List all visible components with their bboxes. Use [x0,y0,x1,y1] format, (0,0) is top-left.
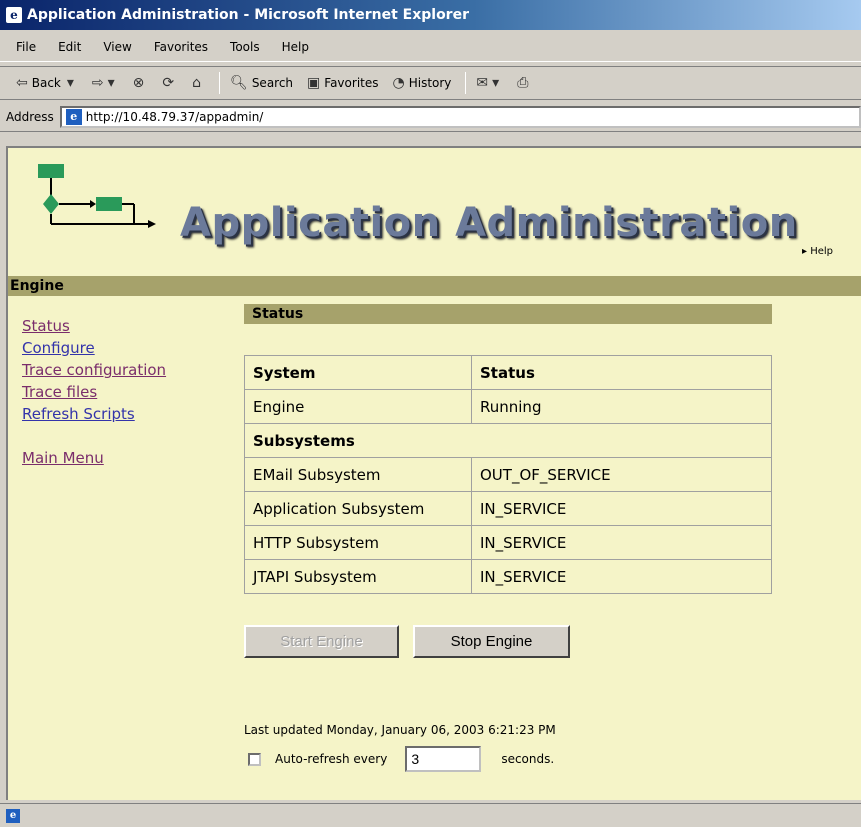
subsystem-status: IN_SERVICE [471,559,772,594]
subsystems-heading: Subsystems [244,423,772,458]
triangle-right-icon: ▸ [802,246,808,257]
address-label: Address [6,109,54,124]
favorites-icon: ▣ [307,75,321,91]
window-title: Application Administration - Microsoft I… [27,7,469,23]
mail-icon: ✉ [476,75,489,91]
mail-button[interactable]: ✉ ▾ [476,75,503,91]
ie-logo-icon: e [6,7,22,23]
favorites-button[interactable]: ▣ Favorites [307,75,378,91]
auto-refresh-row: Auto-refresh every seconds. [248,746,554,772]
refresh-button[interactable]: ⟳ [162,75,178,91]
window-titlebar: e Application Administration - Microsoft… [0,0,861,30]
print-icon: ⎙ [517,75,529,91]
table-row: JTAPI Subsystem IN_SERVICE [244,559,772,594]
status-bar: e [0,803,861,827]
nav-main-menu[interactable]: Main Menu [22,448,202,468]
subsystem-status: IN_SERVICE [471,491,772,526]
search-icon: 🔍︎ [230,75,248,91]
history-button[interactable]: ◔ History [393,75,452,91]
subsystem-name: HTTP Subsystem [244,525,472,560]
home-icon: ⌂ [192,75,202,91]
page-title: Application Administration [180,200,798,246]
address-bar: Address e http://10.48.79.37/appadmin/ [0,102,861,132]
search-button[interactable]: 🔍︎ Search [230,75,293,91]
last-updated-text: Last updated Monday, January 06, 2003 6:… [244,723,556,737]
help-link[interactable]: ▸ Help [802,246,833,257]
subsystem-name: JTAPI Subsystem [244,559,472,594]
table-header-row: System Status [244,355,772,390]
table-row: Subsystems [244,423,772,458]
subsystem-status: OUT_OF_SERVICE [471,457,772,492]
engine-status: Running [471,389,772,424]
forward-arrow-icon: ⇨ [91,75,104,91]
subsystem-name: EMail Subsystem [244,457,472,492]
menu-tools[interactable]: Tools [230,40,260,54]
dropdown-icon: ▾ [107,75,115,91]
nav-status[interactable]: Status [22,316,202,336]
menu-favorites[interactable]: Favorites [154,40,208,54]
dropdown-icon: ▾ [492,75,500,91]
section-title: Engine [8,276,861,296]
subsystem-status: IN_SERVICE [471,525,772,560]
history-icon: ◔ [392,75,405,91]
seconds-label: seconds. [501,752,555,766]
page-content: Application Administration ▸ Help Engine… [6,146,861,800]
forward-button[interactable]: ⇨ ▾ [92,75,119,91]
browser-toolbar: ⇦ Back ▾ ⇨ ▾ ⊗ ⟳ ⌂ 🔍︎ Search ▣ Favorites… [0,66,861,100]
print-button[interactable]: ⎙ [517,75,532,91]
dropdown-icon: ▾ [66,75,74,91]
nav-refresh-scripts[interactable]: Refresh Scripts [22,404,202,424]
page-icon: e [65,108,82,125]
toolbar-divider [465,72,467,94]
nav-trace-configuration[interactable]: Trace configuration [22,360,202,380]
table-row: Application Subsystem IN_SERVICE [244,491,772,526]
menu-help[interactable]: Help [282,40,309,54]
menu-file[interactable]: File [16,40,36,54]
table-row: HTTP Subsystem IN_SERVICE [244,525,772,560]
menu-bar: File Edit View Favorites Tools Help [0,32,861,62]
table-row: EMail Subsystem OUT_OF_SERVICE [244,457,772,492]
page-status-icon: e [6,808,20,823]
auto-refresh-label: Auto-refresh every [275,752,388,766]
address-input[interactable]: e http://10.48.79.37/appadmin/ [59,105,861,128]
back-arrow-icon: ⇦ [16,75,28,91]
address-url: http://10.48.79.37/appadmin/ [85,109,264,124]
table-row: Engine Running [244,389,772,424]
refresh-icon: ⟳ [162,75,175,91]
nav-configure[interactable]: Configure [22,338,202,358]
auto-refresh-checkbox[interactable] [248,752,261,766]
side-nav: Status Configure Trace configuration Tra… [22,316,202,470]
back-button[interactable]: ⇦ Back ▾ [16,75,78,91]
status-table: System Status Engine Running Subsystems … [244,355,772,594]
menu-view[interactable]: View [103,40,131,54]
subsystem-name: Application Subsystem [244,491,472,526]
refresh-interval-input[interactable] [405,746,482,772]
app-logo-icon [38,164,156,228]
column-header-status: Status [471,355,772,390]
stop-button[interactable]: ⊗ [133,75,149,91]
stop-icon: ⊗ [132,75,145,91]
start-engine-button: Start Engine [244,625,399,658]
menu-edit[interactable]: Edit [58,40,81,54]
engine-label: Engine [244,389,472,424]
status-panel-title: Status [244,304,772,324]
nav-trace-files[interactable]: Trace files [22,382,202,402]
toolbar-divider [219,72,221,94]
stop-engine-button[interactable]: Stop Engine [413,625,570,658]
home-button[interactable]: ⌂ [192,75,205,91]
column-header-system: System [244,355,472,390]
